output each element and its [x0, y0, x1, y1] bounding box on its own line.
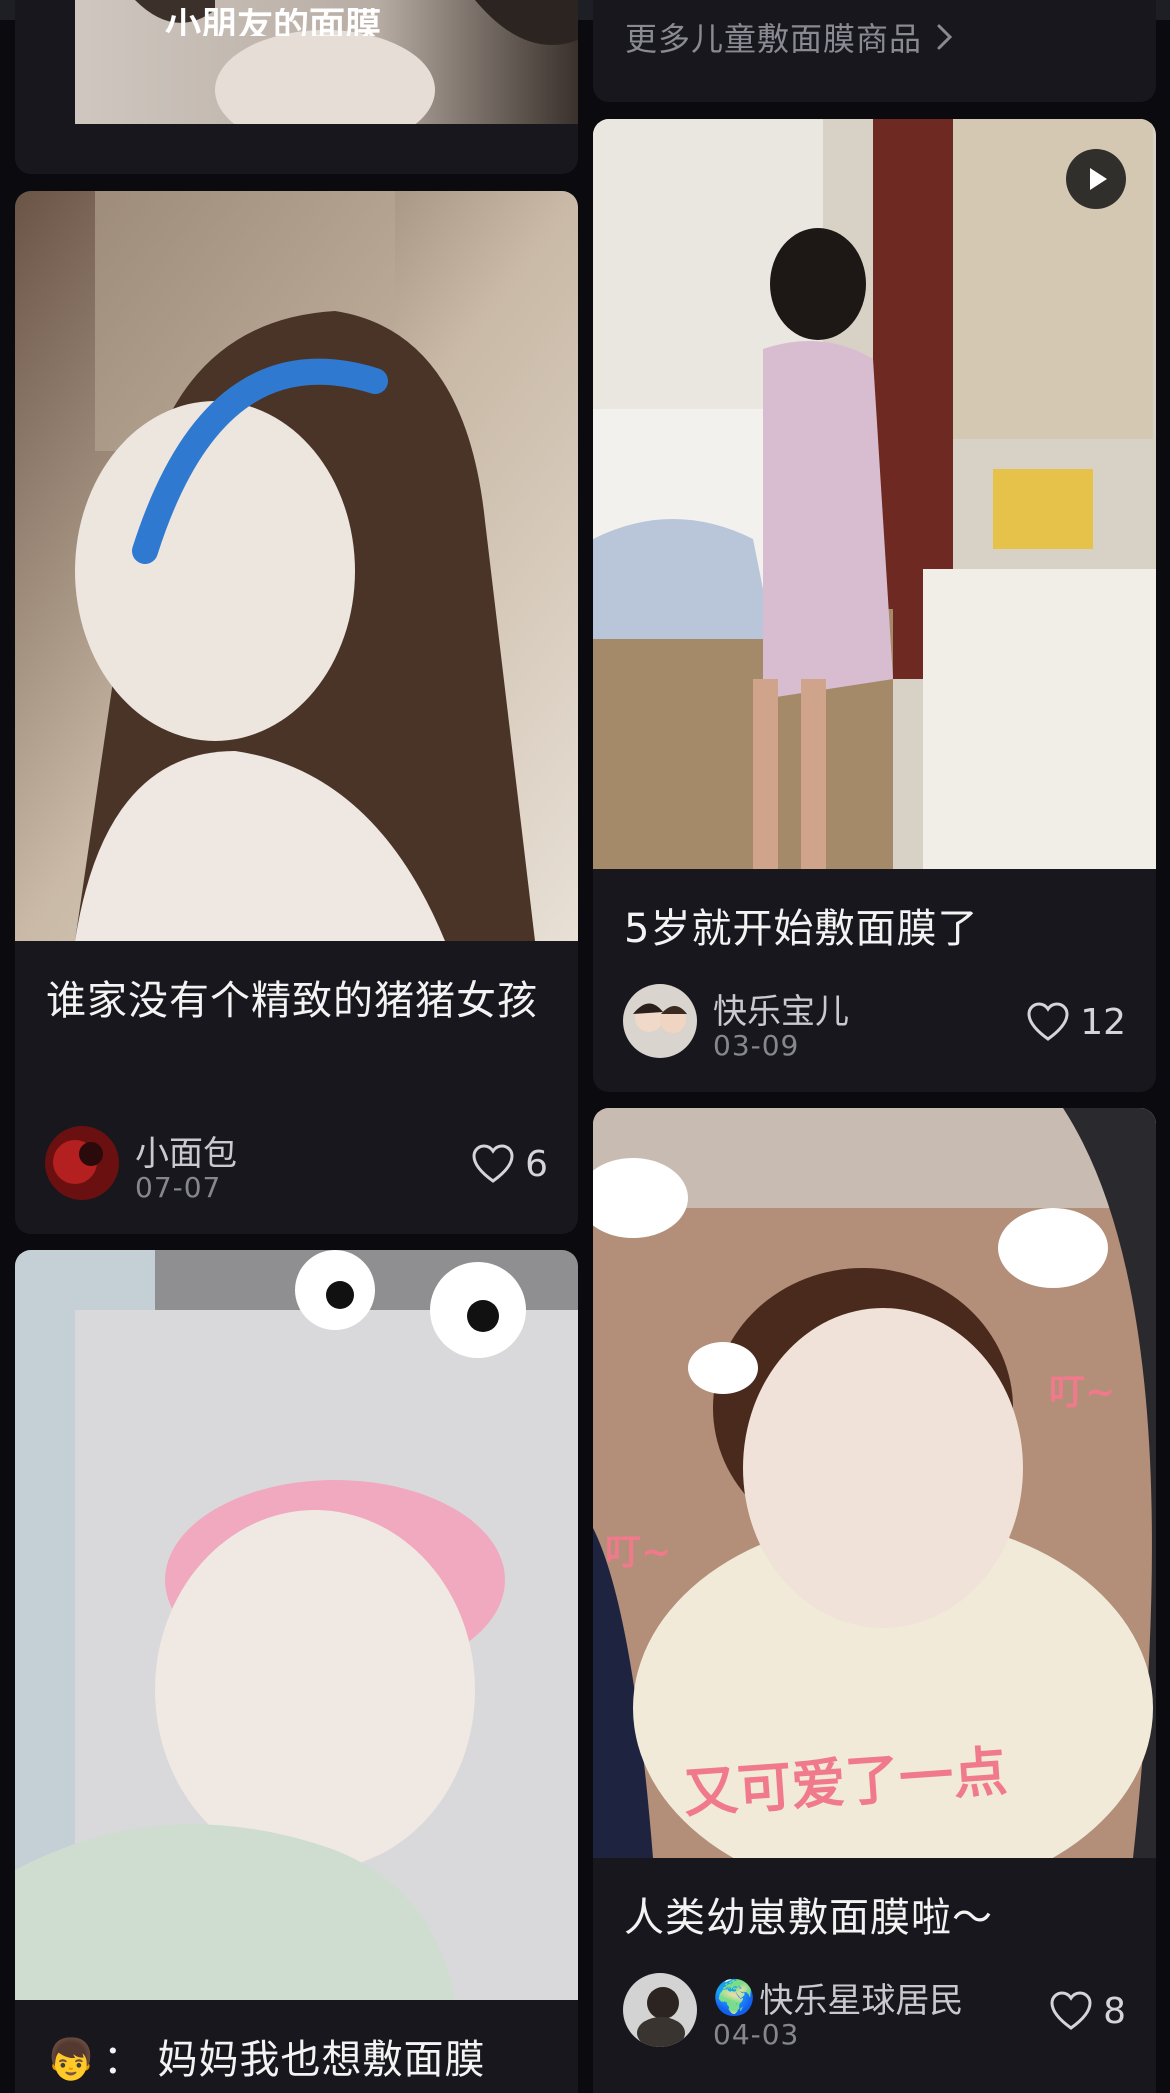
post-card[interactable]: 叮~ 叮~ 又可爱了一点 人类幼崽敷面膜啦～ 🌍 快乐星球居民 04-03 8 — [593, 1108, 1156, 2093]
title-emoji: 👦 — [46, 2037, 97, 2083]
post-title[interactable]: 5岁就开始敷面膜了 — [624, 898, 1136, 960]
post-date: 07-07 — [135, 1171, 222, 1204]
post-card[interactable]: 👦 ： 妈妈我也想敷面膜 — [15, 1250, 578, 2093]
post-image — [15, 191, 578, 941]
avatar[interactable] — [623, 984, 697, 1058]
post-card[interactable]: 5岁就开始敷面膜了 快乐宝儿 03-09 12 — [593, 119, 1156, 1092]
heart-outline-icon — [472, 1144, 514, 1183]
like-count: 8 — [1103, 1990, 1126, 2032]
sticker-text: 叮~ — [605, 1532, 672, 1573]
like-button[interactable]: 12 — [1026, 1000, 1126, 1044]
post-title[interactable]: 谁家没有个精致的猪猪女孩 — [46, 970, 558, 1032]
avatar[interactable] — [45, 1126, 119, 1200]
post-card-partial-left[interactable]: 小朋友的面膜 — [15, 0, 578, 174]
post-image — [15, 1250, 578, 2000]
post-title[interactable]: 人类幼崽敷面膜啦～ — [624, 1887, 1136, 1949]
heart-outline-icon — [1050, 1991, 1092, 2030]
post-card[interactable]: 谁家没有个精致的猪猪女孩 小面包 07-07 6 — [15, 191, 578, 1234]
like-button[interactable]: 8 — [1049, 1989, 1126, 2033]
more-products-card[interactable]: 更多儿童敷面膜商品 — [593, 0, 1156, 102]
like-button[interactable]: 6 — [471, 1142, 548, 1186]
post-title[interactable]: 👦 ： 妈妈我也想敷面膜 — [46, 2029, 558, 2091]
like-count: 12 — [1080, 1001, 1126, 1043]
feed-grid: 小朋友的面膜 更多儿童敷面膜商品 谁家没有个精致的猪猪女孩 小面包 07-07 … — [0, 0, 1170, 2093]
chevron-right-icon — [937, 24, 953, 50]
author-name[interactable]: 小面包 — [135, 1126, 237, 1175]
play-icon[interactable] — [1066, 149, 1126, 209]
title-text: ： 妈妈我也想敷面膜 — [102, 2037, 486, 2083]
globe-icon: 🌍 — [713, 1977, 756, 2018]
avatar[interactable] — [623, 1973, 697, 2047]
author-name-text: 快乐星球居民 — [759, 1981, 964, 2021]
post-image — [593, 119, 1156, 869]
like-count: 6 — [525, 1143, 548, 1185]
post-date: 04-03 — [713, 2018, 800, 2051]
post-date: 03-09 — [713, 1029, 800, 1062]
image-caption: 小朋友的面膜 — [165, 8, 382, 36]
heart-outline-icon — [1027, 1002, 1069, 1041]
sticker-text: 叮~ — [1049, 1372, 1116, 1413]
author-name[interactable]: 🌍 快乐星球居民 — [713, 1973, 963, 2022]
more-products-label: 更多儿童敷面膜商品 — [625, 20, 923, 58]
author-name[interactable]: 快乐宝儿 — [713, 984, 849, 1033]
more-products-link[interactable]: 更多儿童敷面膜商品 — [625, 14, 954, 60]
